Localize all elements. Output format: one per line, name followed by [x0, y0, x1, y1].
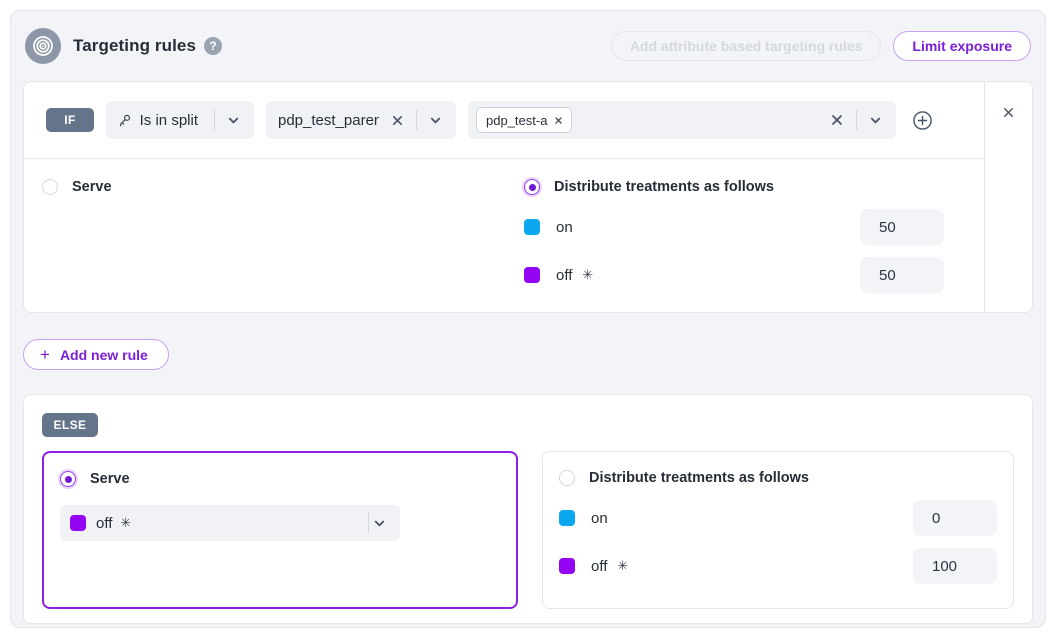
else-distribute-radio[interactable]	[559, 470, 575, 486]
matcher-chevron-down-icon[interactable]	[223, 108, 244, 132]
rule-card: IF Is in split pdp_test_parent	[23, 81, 1033, 313]
serve-label: Serve	[72, 179, 112, 195]
else-distribute-label: Distribute treatments as follows	[589, 470, 809, 486]
if-badge: IF	[46, 108, 94, 132]
treatment-row-on: on	[524, 209, 944, 245]
treatment-row-on: on	[559, 500, 997, 536]
else-distribute-panel[interactable]: Distribute treatments as follows on off …	[542, 451, 1014, 609]
limit-exposure-button[interactable]: Limit exposure	[893, 31, 1031, 61]
else-serve-radio[interactable]	[60, 471, 76, 487]
bullseye-icon	[31, 34, 55, 58]
distribute-label: Distribute treatments as follows	[554, 179, 774, 195]
dropdown-chevron-down-icon[interactable]	[369, 511, 390, 535]
add-condition-icon[interactable]	[908, 108, 937, 132]
treatment-chip: pdp_test-a	[476, 107, 572, 133]
treatment-name: off	[556, 267, 572, 284]
treatment-off-percentage-input[interactable]	[860, 257, 944, 293]
else-rule-card: ELSE Serve off ✳	[23, 394, 1033, 624]
split-clear-icon[interactable]	[387, 108, 408, 132]
split-chevron-down-icon[interactable]	[425, 108, 446, 132]
else-serve-treatment-dropdown[interactable]: off ✳	[60, 505, 400, 541]
treatment-name: on	[556, 219, 573, 236]
targeting-rules-panel: Targeting rules ? Add attribute based ta…	[10, 10, 1046, 628]
plus-icon: +	[40, 345, 50, 365]
treatments-chevron-down-icon[interactable]	[865, 108, 886, 132]
add-new-rule-label: Add new rule	[60, 347, 148, 363]
treatment-off-swatch	[559, 558, 575, 574]
rule-condition-row: IF Is in split pdp_test_parent	[24, 82, 984, 159]
serve-radio[interactable]	[42, 179, 58, 195]
panel-header: Targeting rules ? Add attribute based ta…	[23, 27, 1033, 65]
treatments-clear-icon[interactable]	[826, 108, 848, 132]
treatment-on-swatch	[524, 219, 540, 235]
default-treatment-icon: ✳	[120, 515, 131, 531]
treatment-chip-remove-icon[interactable]	[554, 108, 563, 132]
rule-serve-area: Serve Distribute treatments as follows o…	[24, 159, 984, 312]
key-icon	[118, 111, 132, 129]
else-serve-panel[interactable]: Serve off ✳	[42, 451, 518, 609]
page-title: Targeting rules	[73, 36, 196, 56]
targeting-rules-icon	[25, 28, 61, 64]
treatment-on-percentage-input[interactable]	[860, 209, 944, 245]
add-attribute-rules-button: Add attribute based targeting rules	[611, 31, 882, 61]
else-serve-label: Serve	[90, 471, 130, 487]
default-treatment-icon: ✳	[582, 267, 593, 283]
matcher-select[interactable]: Is in split	[106, 101, 254, 139]
treatment-off-swatch	[70, 515, 86, 531]
distribute-radio[interactable]	[524, 179, 540, 195]
treatment-name: on	[591, 510, 608, 527]
dropdown-value: off	[96, 515, 112, 532]
rule-side-column	[984, 82, 1032, 312]
treatment-row-off: off ✳	[524, 257, 944, 293]
default-treatment-icon: ✳	[617, 558, 628, 574]
matcher-label: Is in split	[140, 112, 198, 129]
else-treatment-on-percentage-input[interactable]	[913, 500, 997, 536]
treatment-off-swatch	[524, 267, 540, 283]
treatment-name: off	[591, 558, 607, 575]
treatment-on-swatch	[559, 510, 575, 526]
split-select[interactable]: pdp_test_parent	[266, 101, 456, 139]
else-treatment-off-percentage-input[interactable]	[913, 548, 997, 584]
else-badge: ELSE	[42, 413, 98, 437]
treatment-row-off: off ✳	[559, 548, 997, 584]
delete-rule-icon[interactable]	[998, 100, 1019, 124]
treatment-chip-label: pdp_test-a	[486, 113, 547, 128]
help-icon[interactable]: ?	[204, 37, 222, 55]
add-new-rule-button[interactable]: + Add new rule	[23, 339, 169, 370]
split-treatments-select[interactable]: pdp_test-a	[468, 101, 896, 139]
split-select-value: pdp_test_parent	[278, 112, 379, 129]
